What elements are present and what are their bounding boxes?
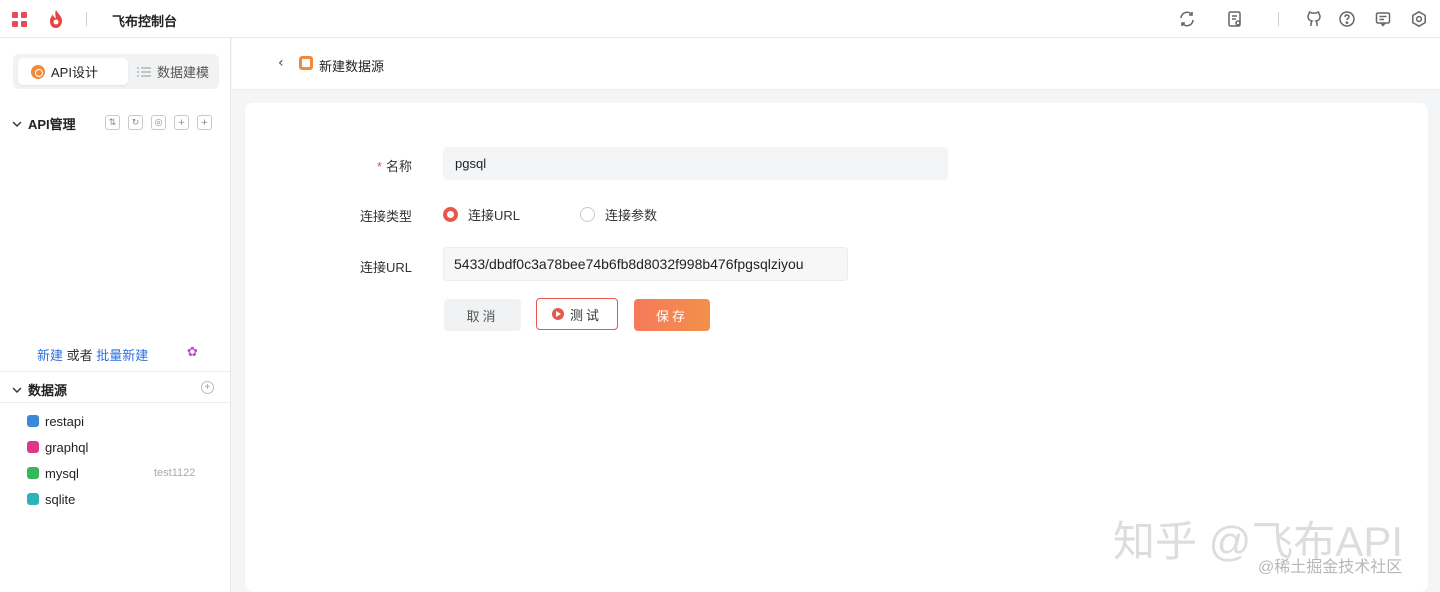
play-icon [551,308,564,320]
required-asterisk: * [376,159,382,174]
sidebar: API设计 数据建模 API管理 ⇅ ↻ ◎ + + 新建 或者 批量新建 ✿ … [0,38,231,592]
new-api-row: 新建 或者 批量新建 ✿ [37,345,198,364]
datasource-page-icon [299,56,313,70]
datasource-section-label: 数据源 [28,383,68,398]
radio-dot [443,207,458,222]
api-section-header[interactable]: API管理 [12,114,76,133]
batch-new-link[interactable]: 批量新建 [96,348,148,363]
or-text: 或者 [63,348,97,363]
datasource-section-header[interactable]: 数据源 [12,380,67,399]
name-label-text: 名称 [385,159,412,174]
page-header [232,38,1440,90]
message-icon[interactable] [1374,10,1392,28]
apps-grid-icon[interactable] [12,12,27,27]
datasource-item-sqlite[interactable]: sqlite [27,489,75,509]
add-datasource-icon[interactable]: + [201,381,214,394]
radio-conn-url[interactable]: 连接URL [443,205,520,224]
flower-settings-icon[interactable]: ✿ [187,345,198,360]
document-preview-icon[interactable] [1226,10,1244,28]
top-bar: 飞布控制台 [0,0,1440,38]
add-api-icon[interactable]: + [197,115,212,130]
sidebar-segmented-control: API设计 数据建模 [13,54,219,89]
name-label: * 名称 [322,156,412,175]
graphql-icon [27,441,39,453]
datasource-item-restapi[interactable]: restapi [27,411,84,431]
radio-conn-params-label: 连接参数 [605,208,658,223]
watermark-sub: @稀土掘金技术社区 [1258,559,1403,576]
back-arrow-icon[interactable]: ‹ [278,55,292,71]
add-folder-icon[interactable]: + [174,115,189,130]
test-button-label: 测试 [569,307,602,323]
flame-logo-icon [50,10,62,28]
radio-conn-params[interactable]: 连接参数 [580,205,657,224]
save-button[interactable]: 保存 [634,299,710,331]
conn-type-label: 连接类型 [359,209,412,224]
api-section-label: API管理 [28,117,76,132]
datasource-name: restapi [45,413,85,429]
radio-dot [580,207,595,222]
new-api-link[interactable]: 新建 [37,348,63,363]
refresh-icon[interactable] [1178,10,1196,28]
sort-icon[interactable]: ⇅ [105,115,120,130]
datasource-name: sqlite [45,491,76,507]
datasource-name: graphql [45,439,89,455]
cancel-button[interactable]: 取消 [444,299,521,331]
mysql-icon [27,467,39,479]
radio-conn-url-label: 连接URL [468,208,521,223]
conn-url-input[interactable]: 5433/dbdf0c3a78bee74b6fb8d8032f998b476fp… [443,247,848,281]
page-title: 新建数据源 [319,59,385,74]
chevron-down-icon [12,121,22,127]
tab-data-modeling-label: 数据建模 [157,65,210,80]
datasource-item-mysql[interactable]: mysql test1122 [27,463,195,483]
app-title: 飞布控制台 [112,14,178,29]
divider [0,371,231,372]
toolbar-separator [1278,12,1279,26]
view-icon[interactable]: ◎ [151,115,166,130]
name-input[interactable]: pgsql [443,147,948,180]
datasource-meta: test1122 [154,467,196,479]
chevron-down-icon [12,387,22,393]
tab-api-design-label: API设计 [51,65,98,80]
divider [0,402,231,403]
datasource-name: mysql [45,465,79,481]
sqlite-icon [27,493,39,505]
title-separator [86,12,87,26]
refresh-small-icon[interactable]: ↻ [128,115,143,130]
settings-icon[interactable] [1410,10,1428,28]
tab-data-modeling[interactable]: 数据建模 [137,58,217,85]
github-icon[interactable] [1305,10,1323,28]
restapi-icon [27,415,39,427]
conn-url-label: 连接URL [359,260,412,275]
datasource-item-graphql[interactable]: graphql [27,437,88,457]
list-icon [137,66,151,77]
tab-api-design[interactable]: API设计 [18,58,128,85]
help-icon[interactable] [1338,10,1356,28]
api-toolbar: ⇅ ↻ ◎ + + [105,115,212,130]
api-design-icon [31,64,45,79]
test-button[interactable]: 测试 [536,298,618,330]
